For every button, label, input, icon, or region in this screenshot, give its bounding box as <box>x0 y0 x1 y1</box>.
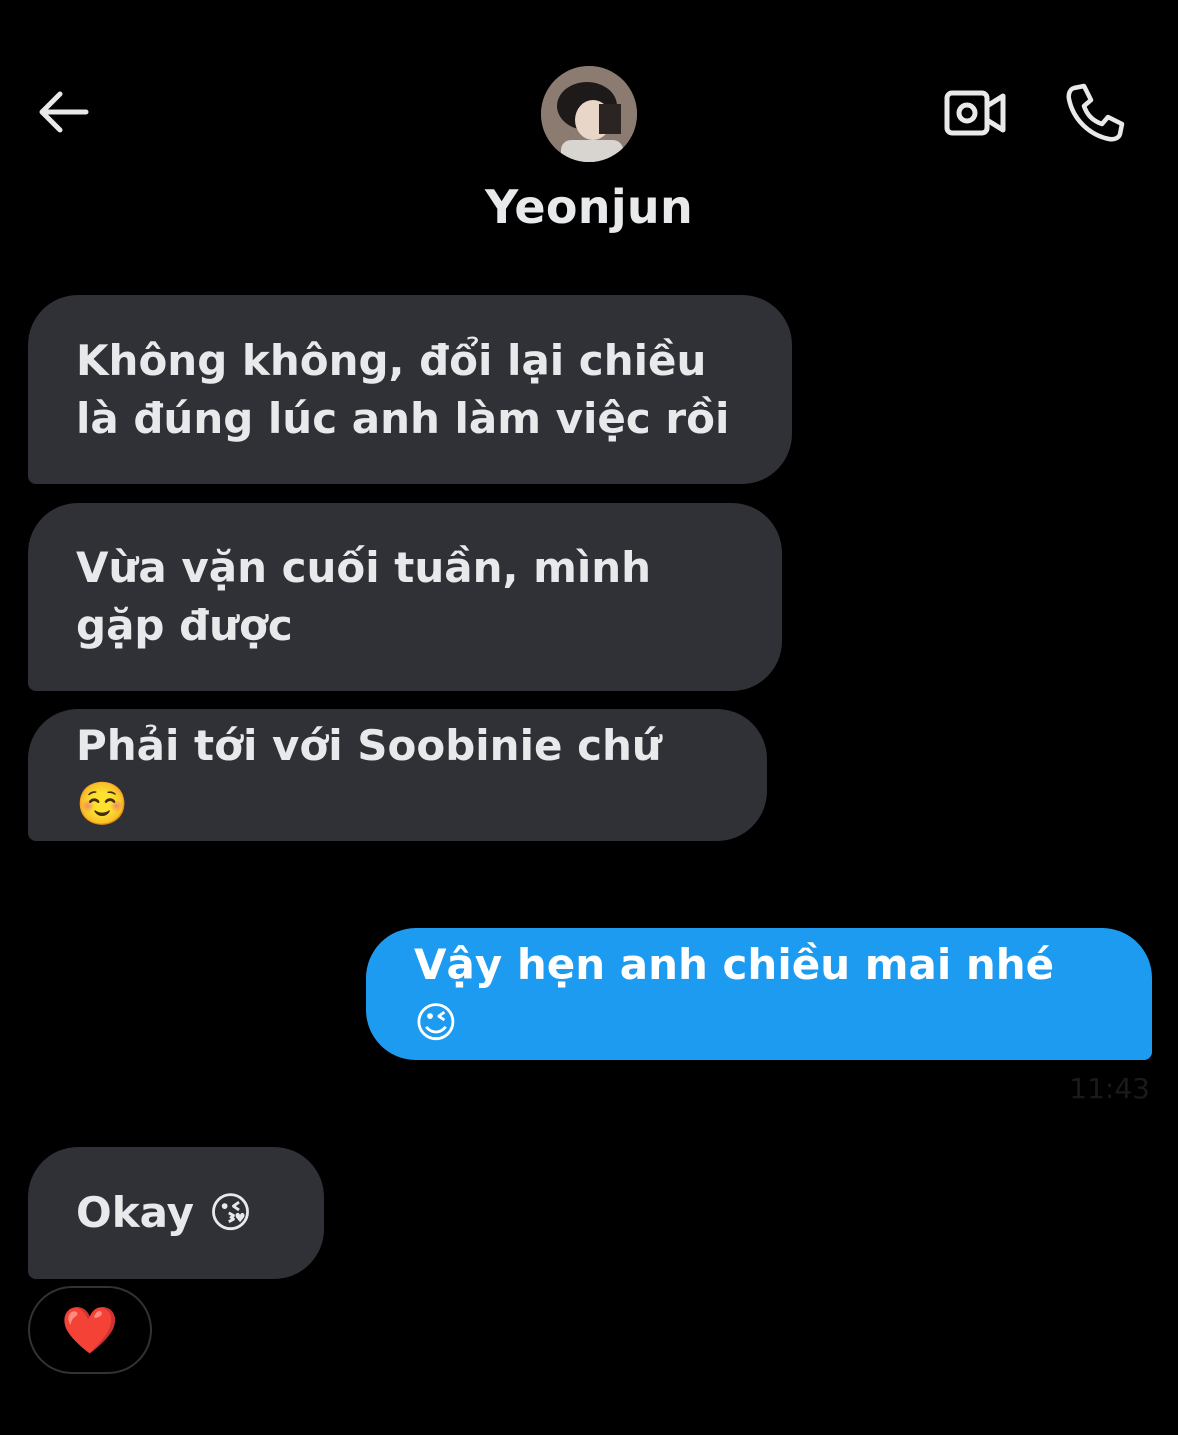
message-bubble-incoming[interactable]: Không không, đổi lại chiều là đúng lúc a… <box>28 295 792 484</box>
message-timestamp: 11:43 <box>1069 1072 1150 1105</box>
message-bubble-outgoing[interactable]: Vậy hẹn anh chiều mai nhé 😉 <box>366 928 1152 1060</box>
message-bubble-incoming[interactable]: Okay 😘 <box>28 1147 324 1279</box>
message-text: Vừa vặn cuối tuần, mình gặp được <box>76 543 652 650</box>
heart-icon: ❤️ <box>61 1302 119 1357</box>
video-call-button[interactable] <box>940 82 1010 148</box>
contact-name[interactable]: Yeonjun <box>0 180 1178 234</box>
heart-reaction[interactable]: ❤️ <box>28 1286 152 1374</box>
message-text: Okay 😘 <box>76 1188 253 1237</box>
voice-call-button[interactable] <box>1060 82 1130 148</box>
arrow-left-icon <box>34 88 90 140</box>
message-text: Vậy hẹn anh chiều mai nhé 😉 <box>414 940 1055 1047</box>
video-camera-icon <box>943 86 1007 144</box>
phone-icon <box>1064 82 1126 148</box>
message-bubble-incoming[interactable]: Phải tới với Soobinie chứ ☺️ <box>28 709 767 841</box>
message-bubble-incoming[interactable]: Vừa vặn cuối tuần, mình gặp được <box>28 503 782 691</box>
back-button[interactable] <box>30 84 94 144</box>
conversation-header: Yeonjun <box>0 0 1178 270</box>
message-text: Không không, đổi lại chiều là đúng lúc a… <box>76 335 730 443</box>
avatar[interactable] <box>541 66 637 162</box>
message-text: Phải tới với Soobinie chứ ☺️ <box>76 721 662 828</box>
